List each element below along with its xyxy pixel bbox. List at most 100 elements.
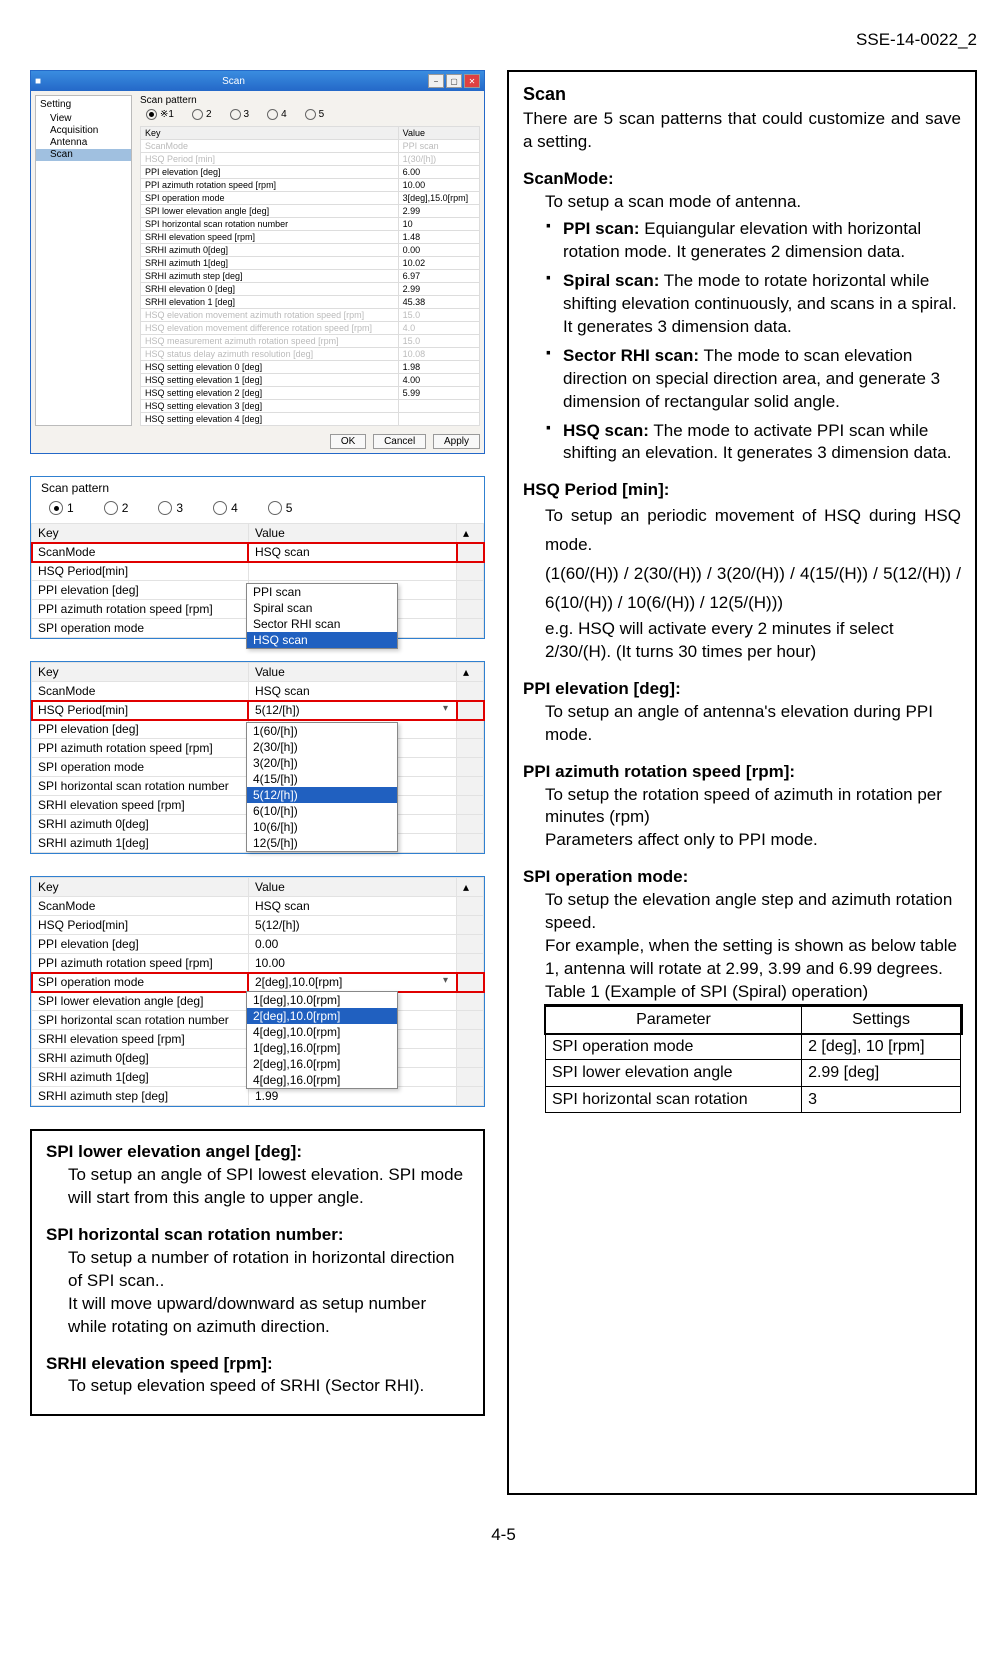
dropdown-option[interactable]: Sector RHI scan (247, 616, 397, 632)
hsqperiod-dropdown[interactable]: 1(60/[h])2(30/[h])3(20/[h])4(15/[h])5(12… (246, 722, 398, 852)
paragraph: To setup elevation speed of SRHI (Sector… (46, 1375, 469, 1398)
scan-pattern-radio[interactable]: ※1 (146, 109, 174, 120)
hsqperiod-grid-panel: Key Value ▴ ScanModeHSQ scanHSQ Period[m… (30, 661, 485, 854)
scan-pattern-radio[interactable]: 5 (305, 109, 325, 120)
dropdown-option[interactable]: HSQ scan (247, 632, 397, 648)
table-row[interactable]: HSQ elevation movement difference rotati… (141, 322, 480, 335)
col-key: Key (32, 663, 249, 682)
table-row[interactable]: SPI horizontal scan rotation number10 (141, 218, 480, 231)
scan-pattern-radio[interactable]: 4 (267, 109, 287, 120)
dropdown-option[interactable]: 12(5/[h]) (247, 835, 397, 851)
paragraph: For example, when the setting is shown a… (523, 935, 961, 981)
table-row[interactable]: HSQ measurement azimuth rotation speed [… (141, 335, 480, 348)
table-row[interactable]: ScanModeHSQ scan (32, 682, 484, 701)
tree-item[interactable]: Setting (36, 96, 131, 113)
dropdown-option[interactable]: 4[deg],16.0[rpm] (247, 1072, 397, 1088)
table-row[interactable]: HSQ setting elevation 1 [deg]4.00 (141, 374, 480, 387)
dropdown-option[interactable]: 2[deg],16.0[rpm] (247, 1056, 397, 1072)
tree-item[interactable]: Scan (36, 149, 131, 161)
dropdown-option[interactable]: 1(60/[h]) (247, 723, 397, 739)
table-row[interactable]: PPI azimuth rotation speed [rpm]10.00 (32, 954, 484, 973)
paragraph: To setup an periodic movement of HSQ dur… (523, 502, 961, 560)
chevron-down-icon[interactable]: ▾ (443, 975, 450, 986)
tree-item[interactable]: Antenna (36, 137, 131, 149)
page-number: 4-5 (30, 1525, 977, 1545)
scroll-up-icon[interactable]: ▴ (457, 524, 484, 543)
col-value: Value (248, 524, 456, 543)
spimode-dropdown[interactable]: 1[deg],10.0[rpm]2[deg],10.0[rpm]4[deg],1… (246, 991, 398, 1089)
heading: PPI elevation [deg]: (523, 678, 961, 701)
spi-descriptions-panel: SPI lower elevation angel [deg]: To setu… (30, 1129, 485, 1416)
paragraph: To setup the elevation angle step and az… (523, 889, 961, 935)
table-row[interactable]: HSQ setting elevation 3 [deg] (141, 400, 480, 413)
scanmode-dropdown[interactable]: PPI scanSpiral scanSector RHI scanHSQ sc… (246, 583, 398, 649)
table-row: SPI lower elevation angle2.99 [deg] (546, 1060, 961, 1087)
table-row[interactable]: PPI azimuth rotation speed [rpm]10.00 (141, 179, 480, 192)
chevron-down-icon[interactable]: ▾ (443, 703, 450, 714)
ok-button[interactable]: OK (330, 434, 366, 449)
table-row[interactable]: HSQ Period[min] (32, 562, 484, 581)
table-row[interactable]: HSQ setting elevation 2 [deg]5.99 (141, 387, 480, 400)
cancel-button[interactable]: Cancel (373, 434, 426, 449)
dropdown-option[interactable]: 6(10/[h]) (247, 803, 397, 819)
scanmode-grid-panel: Scan pattern 12345 Key Value ▴ ScanModeH… (30, 476, 485, 639)
table-row[interactable]: SPI lower elevation angle [deg]2.99 (141, 205, 480, 218)
maximize-button[interactable]: ▢ (446, 74, 462, 88)
table-row[interactable]: SRHI elevation speed [rpm]1.48 (141, 231, 480, 244)
minimize-button[interactable]: − (428, 74, 444, 88)
list-item: PPI scan: Equiangular elevation with hor… (545, 218, 961, 264)
tree-item[interactable]: View (36, 113, 131, 125)
table-row[interactable]: SPI operation mode2[deg],10.0[rpm]▾ (32, 973, 484, 992)
table-row[interactable]: PPI elevation [deg]0.00 (32, 935, 484, 954)
table-row[interactable]: ScanModeHSQ scan (32, 543, 484, 562)
settings-tree[interactable]: Setting View Acquisition Antenna Scan (35, 95, 132, 426)
table-row[interactable]: HSQ elevation movement azimuth rotation … (141, 309, 480, 322)
table-row[interactable]: SRHI elevation 1 [deg]45.38 (141, 296, 480, 309)
dropdown-option[interactable]: 1[deg],16.0[rpm] (247, 1040, 397, 1056)
table-row[interactable]: HSQ Period [min]1(30/[h]) (141, 153, 480, 166)
scroll-up-icon[interactable]: ▴ (457, 878, 484, 897)
scan-pattern-radio[interactable]: 1 (49, 501, 74, 515)
scan-params-table: KeyValue ScanModePPI scanHSQ Period [min… (140, 126, 480, 426)
scan-pattern-radio[interactable]: 4 (213, 501, 238, 515)
table-row[interactable]: HSQ Period[min]5(12/[h])▾ (32, 701, 484, 720)
scan-pattern-radio[interactable]: 2 (104, 501, 129, 515)
close-button[interactable]: ✕ (464, 74, 480, 88)
table-row[interactable]: SRHI azimuth step [deg]6.97 (141, 270, 480, 283)
scan-pattern-radio[interactable]: 3 (230, 109, 250, 120)
dropdown-option[interactable]: 10(6/[h]) (247, 819, 397, 835)
scroll-up-icon[interactable]: ▴ (457, 663, 484, 682)
heading: ScanMode: (523, 168, 961, 191)
dropdown-option[interactable]: 2(30/[h]) (247, 739, 397, 755)
list-item: HSQ scan: The mode to activate PPI scan … (545, 420, 961, 466)
scan-pattern-radio[interactable]: 2 (192, 109, 212, 120)
table-row[interactable]: HSQ setting elevation 4 [deg] (141, 413, 480, 426)
table-row[interactable]: HSQ Period[min]5(12/[h]) (32, 916, 484, 935)
table-row[interactable]: ScanModePPI scan (141, 140, 480, 153)
apply-button[interactable]: Apply (433, 434, 480, 449)
tree-item[interactable]: Acquisition (36, 125, 131, 137)
scan-pattern-radio[interactable]: 5 (268, 501, 293, 515)
table-row[interactable]: ScanModeHSQ scan (32, 897, 484, 916)
scan-pattern-label: Scan pattern (140, 95, 480, 106)
table-row[interactable]: SRHI azimuth step [deg]1.99 (32, 1087, 484, 1106)
table-row[interactable]: HSQ status delay azimuth resolution [deg… (141, 348, 480, 361)
dropdown-option[interactable]: 4(15/[h]) (247, 771, 397, 787)
dropdown-option[interactable]: 4[deg],10.0[rpm] (247, 1024, 397, 1040)
spimode-grid-panel: Key Value ▴ ScanModeHSQ scanHSQ Period[m… (30, 876, 485, 1107)
dropdown-option[interactable]: Spiral scan (247, 600, 397, 616)
table-row[interactable]: SPI operation mode3[deg],15.0[rpm] (141, 192, 480, 205)
list-item: Spiral scan: The mode to rotate horizont… (545, 270, 961, 339)
dropdown-option[interactable]: 2[deg],10.0[rpm] (247, 1008, 397, 1024)
dropdown-option[interactable]: 5(12/[h]) (247, 787, 397, 803)
table-row[interactable]: HSQ setting elevation 0 [deg]1.98 (141, 361, 480, 374)
dropdown-option[interactable]: 3(20/[h]) (247, 755, 397, 771)
table-row[interactable]: PPI elevation [deg]6.00 (141, 166, 480, 179)
table-row[interactable]: SRHI elevation 0 [deg]2.99 (141, 283, 480, 296)
dropdown-option[interactable]: PPI scan (247, 584, 397, 600)
table-row[interactable]: SRHI azimuth 0[deg]0.00 (141, 244, 480, 257)
scan-pattern-radio[interactable]: 3 (158, 501, 183, 515)
dropdown-option[interactable]: 1[deg],10.0[rpm] (247, 992, 397, 1008)
col-settings: Settings (802, 1006, 961, 1033)
table-row[interactable]: SRHI azimuth 1[deg]10.02 (141, 257, 480, 270)
